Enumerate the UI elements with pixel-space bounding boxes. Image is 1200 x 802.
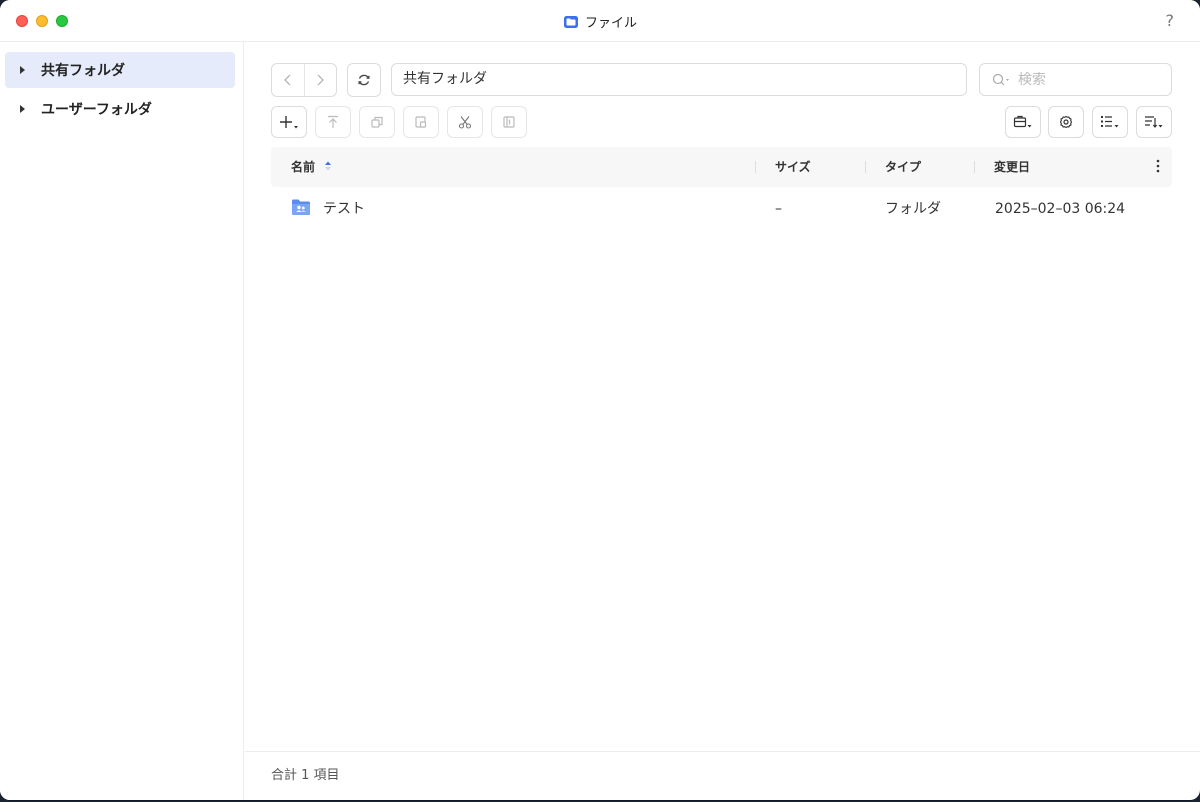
chevron-left-icon (283, 74, 291, 86)
column-modified-header[interactable]: 変更日 (994, 147, 1030, 187)
table-header: 名前 サイズ タイプ 変更日 (271, 147, 1172, 187)
search-box[interactable] (979, 63, 1172, 96)
column-divider[interactable] (974, 161, 975, 173)
folder-app-icon (563, 14, 579, 34)
search-icon (992, 73, 1009, 85)
caret-right-icon[interactable] (20, 105, 25, 113)
sidebar: 共有フォルダ ユーザーフォルダ (0, 42, 244, 800)
caret-right-icon[interactable] (20, 66, 25, 74)
properties-icon (503, 116, 515, 128)
plus-dropdown-icon (280, 116, 298, 129)
copy-button[interactable] (359, 106, 395, 138)
column-type-header[interactable]: タイプ (885, 147, 921, 187)
sort-ascending-icon (325, 161, 332, 171)
item-count: 合計 1 項目 (271, 768, 340, 783)
cut-button[interactable] (447, 106, 483, 138)
sidebar-item-shared-folders[interactable]: 共有フォルダ (5, 52, 235, 88)
file-type: フォルダ (885, 201, 941, 217)
back-button[interactable] (272, 64, 305, 96)
refresh-button[interactable] (347, 63, 381, 97)
view-mode-button[interactable] (1092, 106, 1128, 138)
chevron-right-icon (317, 74, 325, 86)
main-panel: 共有フォルダ 検索 名前 サイズ タイプ 変更日 テスト – フォルダ 2025… (245, 42, 1200, 800)
table-row[interactable]: テスト – フォルダ 2025–02–03 06:24 (271, 189, 1172, 229)
status-bar: 合計 1 項目 (245, 751, 1200, 800)
path-bar[interactable]: 共有フォルダ (391, 63, 967, 96)
file-size: – (775, 201, 782, 217)
forward-button[interactable] (305, 64, 337, 96)
scissors-icon (458, 116, 472, 129)
sidebar-item-label: 共有フォルダ (41, 63, 125, 79)
column-divider[interactable] (755, 161, 756, 173)
list-view-dropdown-icon (1101, 116, 1119, 128)
tools-button[interactable] (1005, 106, 1041, 138)
gear-icon (1059, 115, 1073, 129)
column-name-header[interactable]: 名前 (291, 147, 333, 187)
history-nav (271, 63, 337, 97)
sort-dropdown-icon (1145, 116, 1163, 128)
more-vertical-icon (1156, 159, 1160, 173)
column-options-button[interactable] (1151, 147, 1165, 187)
file-manager-window: ファイル ? 共有フォルダ ユーザーフォルダ 共有フォルダ 検索 名前 サイズ … (0, 0, 1200, 800)
sidebar-item-label: ユーザーフォルダ (41, 102, 152, 118)
upload-icon (328, 115, 338, 128)
paste-button[interactable] (403, 106, 439, 138)
properties-button[interactable] (491, 106, 527, 138)
column-size-header[interactable]: サイズ (775, 147, 811, 187)
file-name: テスト (323, 201, 365, 217)
title-bar: ファイル ? (0, 0, 1200, 42)
help-button[interactable]: ? (1166, 11, 1175, 30)
refresh-icon (358, 74, 370, 86)
column-divider[interactable] (865, 161, 866, 173)
window-title: ファイル (0, 12, 1200, 34)
briefcase-dropdown-icon (1013, 115, 1032, 128)
window-title-text: ファイル (584, 16, 637, 31)
sort-button[interactable] (1136, 106, 1172, 138)
shared-folder-icon (291, 189, 315, 229)
column-name-label: 名前 (291, 160, 316, 174)
file-modified: 2025–02–03 06:24 (995, 201, 1126, 217)
upload-button[interactable] (315, 106, 351, 138)
paste-icon (415, 116, 427, 128)
search-input[interactable] (1018, 71, 1158, 88)
settings-button[interactable] (1048, 106, 1084, 138)
copy-icon (371, 116, 383, 128)
create-button[interactable] (271, 106, 307, 138)
sidebar-item-user-folders[interactable]: ユーザーフォルダ (5, 91, 235, 127)
